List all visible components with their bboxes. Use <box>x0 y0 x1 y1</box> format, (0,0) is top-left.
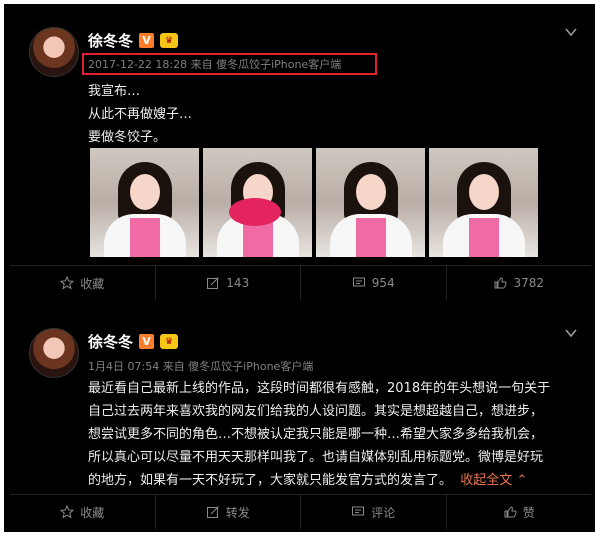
thumbs-up-icon <box>504 506 517 518</box>
like-label: 赞 <box>522 505 535 520</box>
repost-icon <box>206 506 219 518</box>
comment-label: 评论 <box>371 505 396 520</box>
post-text: 我宣布… 从此不再做嫂子… 要做冬饺子。 <box>88 80 192 149</box>
weibo-feed-frame: 徐冬冬 V ♛ 2017-12-22 18:28 来自 傻冬瓜饺子iPhone客… <box>4 4 595 532</box>
chevron-down-icon[interactable] <box>565 26 577 38</box>
user-name[interactable]: 徐冬冬 <box>88 331 133 352</box>
favorite-button[interactable]: 收藏 <box>10 495 155 529</box>
post-text-line: 从此不再做嫂子… <box>88 107 193 122</box>
post-text-line: 想尝试更多不同的角色…不想被认定我只能是哪一种…希望大家多多给我机会， <box>88 427 544 442</box>
post-meta: 1月4日 07:54 来自 傻冬瓜饺子iPhone客户端 <box>88 360 314 373</box>
star-icon <box>60 505 75 519</box>
comment-count: 954 <box>371 276 395 290</box>
post-photo-grid <box>90 148 538 257</box>
like-button[interactable]: 赞 <box>445 495 592 529</box>
post-text-line: 所以真心可以尽量不用天天那样叫我了。也请自媒体别乱用标题党。微博是好玩 <box>88 450 544 465</box>
collapse-text-link[interactable]: 收起全文 ⌃ <box>456 473 527 488</box>
weibo-post: 徐冬冬 V ♛ 1月4日 07:54 来自 傻冬瓜饺子iPhone客户端 最近看… <box>10 311 591 529</box>
post-action-bar: 收藏 转发 评论 赞 <box>10 494 591 529</box>
user-name[interactable]: 徐冬冬 <box>88 30 133 51</box>
repost-icon <box>207 277 220 289</box>
crown-icon: ♛ <box>160 33 179 48</box>
comment-icon <box>352 277 365 287</box>
weibo-post: 徐冬冬 V ♛ 2017-12-22 18:28 来自 傻冬瓜饺子iPhone客… <box>10 10 591 300</box>
crown-icon: ♛ <box>160 334 179 349</box>
like-count: 3782 <box>513 276 545 290</box>
post-text-line: 我宣布… <box>88 84 141 99</box>
favorite-button[interactable]: 收藏 <box>10 266 155 300</box>
user-avatar[interactable] <box>29 328 79 378</box>
user-name-bar: 徐冬冬 V ♛ <box>88 30 179 51</box>
post-text-line: 要做冬饺子。 <box>88 130 167 145</box>
post-text: 最近看自己最新上线的作品，这段时间都很有感触，2018年的年头想说一句关于 自己… <box>88 377 550 492</box>
favorite-label: 收藏 <box>80 505 105 520</box>
chevron-down-icon[interactable] <box>565 327 577 339</box>
post-text-line: 自己过去两年来喜欢我的网友们给我的人设问题。其实是想超越自己，想进步， <box>88 404 544 419</box>
star-icon <box>60 276 75 290</box>
thumbs-up-icon <box>494 277 508 289</box>
favorite-label: 收藏 <box>80 276 105 291</box>
verified-v-icon: V <box>139 334 155 349</box>
collapse-text-label: 收起全文 <box>460 473 513 488</box>
post-text-line: 的地方，如果有一天不好玩了，大家就只能发官方式的发言了。 收起全文 ⌃ <box>88 469 550 492</box>
comment-button[interactable]: 评论 <box>300 495 446 529</box>
comment-icon <box>352 506 365 516</box>
repost-label: 转发 <box>225 505 250 520</box>
user-avatar[interactable] <box>29 27 79 77</box>
repost-button[interactable]: 143 <box>154 266 301 300</box>
post-meta-highlighted: 2017-12-22 18:28 来自 傻冬瓜饺子iPhone客户端 <box>82 53 377 75</box>
like-button[interactable]: 3782 <box>445 266 592 300</box>
post-text-line-content: 的地方，如果有一天不好玩了，大家就只能发官方式的发言了。 <box>88 473 453 488</box>
repost-count: 143 <box>226 276 250 290</box>
post-photo[interactable] <box>429 148 538 257</box>
repost-button[interactable]: 转发 <box>154 495 301 529</box>
post-photo[interactable] <box>203 148 312 257</box>
post-action-bar: 收藏 143 954 3782 <box>10 265 591 300</box>
post-photo[interactable] <box>316 148 425 257</box>
verified-v-icon: V <box>139 33 155 48</box>
user-name-bar: 徐冬冬 V ♛ <box>88 331 179 352</box>
comment-button[interactable]: 954 <box>300 266 446 300</box>
post-text-line: 最近看自己最新上线的作品，这段时间都很有感触，2018年的年头想说一句关于 <box>88 381 551 396</box>
post-photo[interactable] <box>90 148 199 257</box>
